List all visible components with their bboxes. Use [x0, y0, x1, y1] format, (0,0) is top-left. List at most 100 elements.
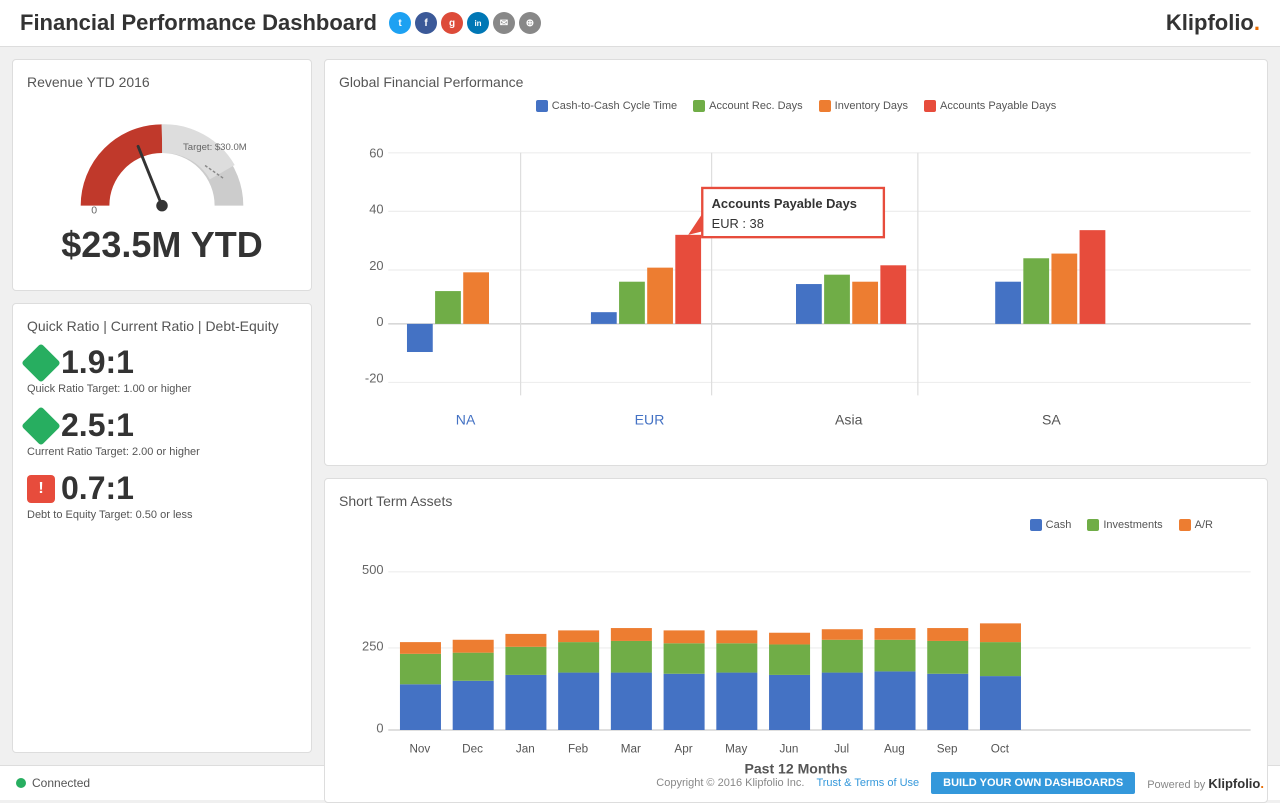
trust-link[interactable]: Trust & Terms of Use	[816, 777, 919, 789]
stacked-feb-ar	[558, 630, 599, 642]
short-term-bar-chart: 500 250 0 Nov Dec	[339, 539, 1253, 785]
bar-asia-ap	[880, 265, 906, 324]
label-sa: SA	[1042, 412, 1061, 428]
legend-ap-days: Accounts Payable Days	[924, 100, 1056, 112]
bar-sa-cash	[995, 282, 1021, 324]
stacked-sep-inv	[927, 641, 968, 674]
quick-ratio-target: Quick Ratio Target: 1.00 or higher	[27, 383, 297, 395]
stacked-sep-ar	[927, 628, 968, 641]
svg-text:40: 40	[369, 202, 383, 217]
label-asia: Asia	[835, 412, 863, 428]
bar-sa-ap	[1080, 230, 1106, 324]
stacked-nov-inv	[400, 654, 441, 684]
svg-text:Jul: Jul	[834, 742, 849, 755]
legend-cash: Cash	[1030, 519, 1072, 531]
main-content: Revenue YTD 2016 0 Target: $30.0	[0, 47, 1280, 765]
svg-text:Target: $30.0M: Target: $30.0M	[183, 142, 247, 153]
email-icon[interactable]: ✉	[493, 12, 515, 34]
right-panel: Global Financial Performance Cash-to-Cas…	[324, 59, 1268, 753]
legend-ar-days-label: Account Rec. Days	[709, 100, 803, 112]
stacked-aug-ar	[875, 628, 916, 640]
stacked-jun-ar	[769, 633, 810, 645]
share-icon[interactable]: ⊕	[519, 12, 541, 34]
quick-ratio-row: 1.9:1	[27, 344, 297, 381]
svg-text:Oct: Oct	[991, 742, 1010, 755]
gauge-container: 0 Target: $30.0M $23.5M YTD	[27, 100, 297, 276]
bar-eur-cash	[591, 312, 617, 324]
legend-ar-dot	[1179, 519, 1191, 531]
stacked-dec-cash	[453, 681, 494, 730]
klipfolio-logo: Klipfolio.	[1166, 10, 1260, 36]
social-icons: t f g in ✉ ⊕	[389, 12, 541, 34]
stacked-dec-inv	[453, 653, 494, 681]
bar-na-inv	[463, 272, 489, 324]
svg-text:Jun: Jun	[780, 742, 799, 755]
short-term-card: Short Term Assets Cash Investments A/R	[324, 478, 1268, 803]
legend-investments: Investments	[1087, 519, 1162, 531]
debt-equity-target: Debt to Equity Target: 0.50 or less	[27, 509, 297, 521]
svg-text:Apr: Apr	[674, 742, 692, 755]
global-legend: Cash-to-Cash Cycle Time Account Rec. Day…	[339, 100, 1253, 112]
debt-equity-value: 0.7:1	[61, 470, 134, 507]
stacked-aug-cash	[875, 671, 916, 730]
bar-asia-cash	[796, 284, 822, 324]
header-left: Financial Performance Dashboard t f g in…	[20, 10, 541, 36]
stacked-oct-ar	[980, 623, 1021, 642]
global-chart-card: Global Financial Performance Cash-to-Cas…	[324, 59, 1268, 466]
stacked-nov-cash	[400, 684, 441, 730]
bar-sa-inv	[1051, 254, 1077, 324]
stacked-nov-ar	[400, 642, 441, 654]
revenue-value: $23.5M YTD	[61, 224, 262, 266]
stacked-apr-ar	[664, 630, 705, 643]
quick-ratio-icon	[21, 343, 61, 383]
stacked-jan-ar	[505, 634, 546, 647]
current-ratio-icon	[21, 406, 61, 446]
svg-text:500: 500	[362, 562, 383, 577]
google-icon[interactable]: g	[441, 12, 463, 34]
stacked-jul-ar	[822, 629, 863, 640]
legend-cash-cycle-label: Cash-to-Cash Cycle Time	[552, 100, 677, 112]
stacked-mar-cash	[611, 673, 652, 730]
stacked-may-inv	[716, 643, 757, 672]
current-ratio-value: 2.5:1	[61, 407, 134, 444]
svg-text:May: May	[725, 742, 747, 755]
stacked-feb-cash	[558, 673, 599, 730]
legend-ar-days: Account Rec. Days	[693, 100, 803, 112]
build-dashboard-button[interactable]: BUILD YOUR OWN DASHBOARDS	[931, 772, 1135, 794]
svg-text:Aug: Aug	[884, 742, 905, 755]
debt-equity-row: ! 0.7:1	[27, 470, 297, 507]
bar-sa-ar	[1023, 258, 1049, 324]
stacked-may-cash	[716, 673, 757, 730]
svg-text:250: 250	[362, 638, 383, 653]
svg-text:Feb: Feb	[568, 742, 589, 755]
short-term-legend: Cash Investments A/R	[339, 519, 1213, 531]
copyright-text: Copyright © 2016 Klipfolio Inc.	[656, 777, 804, 789]
status-text: Connected	[32, 776, 90, 790]
tooltip-value: EUR : 38	[712, 216, 764, 231]
revenue-card: Revenue YTD 2016 0 Target: $30.0	[12, 59, 312, 291]
stacked-jul-inv	[822, 640, 863, 673]
current-ratio-target: Current Ratio Target: 2.00 or higher	[27, 446, 297, 458]
quick-ratio-value: 1.9:1	[61, 344, 134, 381]
twitter-icon[interactable]: t	[389, 12, 411, 34]
legend-cash-dot	[1030, 519, 1042, 531]
legend-inv-days-dot	[819, 100, 831, 112]
legend-ar-days-dot	[693, 100, 705, 112]
short-term-title: Short Term Assets	[339, 493, 1253, 509]
stacked-mar-inv	[611, 641, 652, 673]
powered-by-text: Powered by Klipfolio.	[1147, 776, 1264, 791]
tooltip-arrow	[688, 214, 702, 235]
linkedin-icon[interactable]: in	[467, 12, 489, 34]
label-na: NA	[456, 412, 476, 428]
legend-ap-days-label: Accounts Payable Days	[940, 100, 1056, 112]
legend-cash-cycle: Cash-to-Cash Cycle Time	[536, 100, 677, 112]
legend-ar: A/R	[1179, 519, 1213, 531]
bar-eur-inv	[647, 268, 673, 324]
svg-text:0: 0	[91, 204, 97, 216]
legend-investments-dot	[1087, 519, 1099, 531]
bar-eur-ap	[675, 235, 701, 324]
facebook-icon[interactable]: f	[415, 12, 437, 34]
bar-asia-ar	[824, 275, 850, 324]
logo-dot: .	[1254, 10, 1260, 35]
status-indicator	[16, 778, 26, 788]
